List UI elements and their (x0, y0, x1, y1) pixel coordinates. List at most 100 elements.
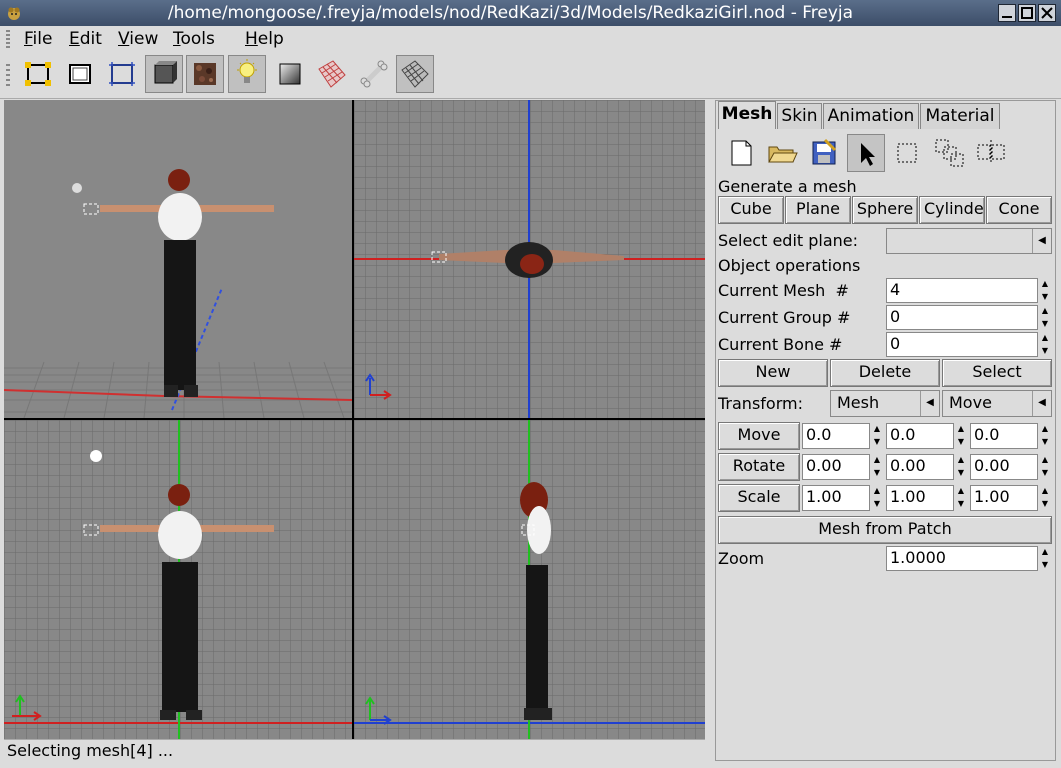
spin-up-icon[interactable]: ▲ (1038, 454, 1052, 467)
cone-button[interactable]: Cone (986, 196, 1052, 224)
select-mesh-button[interactable]: Select (942, 359, 1052, 387)
spin-up-icon[interactable]: ▲ (1038, 485, 1052, 498)
viewport-side[interactable] (354, 420, 705, 739)
menu-file[interactable]: File (24, 29, 52, 49)
grid-button[interactable] (396, 55, 434, 93)
scale-y-spinner[interactable]: ▲ ▼ (954, 485, 968, 511)
bone-button[interactable] (355, 55, 393, 93)
tab-skin[interactable]: Skin (777, 103, 822, 129)
spin-up-icon[interactable]: ▲ (1038, 305, 1052, 318)
sphere-button[interactable]: Sphere (852, 196, 918, 224)
menu-edit[interactable]: Edit (69, 29, 102, 49)
close-button[interactable] (1038, 4, 1056, 22)
current-group-field[interactable]: 0 (886, 305, 1038, 330)
spin-down-icon[interactable]: ▼ (1038, 498, 1052, 511)
move-button[interactable]: Move (718, 422, 800, 450)
menu-view[interactable]: View (118, 29, 158, 49)
plane-button[interactable]: Plane (785, 196, 851, 224)
move-z-spinner[interactable]: ▲ ▼ (1038, 423, 1052, 449)
spin-down-icon[interactable]: ▼ (1038, 467, 1052, 480)
zoom-field[interactable]: 1.0000 (886, 546, 1038, 571)
tab-mesh[interactable]: Mesh (718, 101, 776, 129)
light-marker[interactable] (72, 183, 82, 193)
save-file-button[interactable] (805, 134, 843, 172)
rotate-x-field[interactable]: 0.00 (802, 454, 870, 480)
current-group-spinner[interactable]: ▲ ▼ (1038, 305, 1052, 330)
spin-up-icon[interactable]: ▲ (870, 485, 884, 498)
split-select-button[interactable] (972, 134, 1010, 172)
move-x-spinner[interactable]: ▲ ▼ (870, 423, 884, 449)
current-mesh-spinner[interactable]: ▲ ▼ (1038, 278, 1052, 303)
new-file-button[interactable] (722, 134, 760, 172)
current-mesh-field[interactable]: 4 (886, 278, 1038, 303)
spin-down-icon[interactable]: ▼ (954, 436, 968, 449)
face-mode-button[interactable] (61, 55, 99, 93)
zoom-spinner[interactable]: ▲ ▼ (1038, 546, 1052, 571)
open-file-button[interactable] (763, 134, 801, 172)
toolbar-grip-icon[interactable] (6, 64, 10, 86)
tab-animation[interactable]: Animation (823, 103, 919, 129)
multi-select-button[interactable] (930, 134, 968, 172)
gradient-button[interactable] (271, 55, 309, 93)
menu-tools[interactable]: Tools (173, 29, 215, 49)
spin-up-icon[interactable]: ▲ (870, 454, 884, 467)
tab-material[interactable]: Material (920, 103, 1000, 129)
vertex-mode-button[interactable] (19, 55, 57, 93)
material-button[interactable] (313, 55, 351, 93)
scale-button[interactable]: Scale (718, 484, 800, 512)
move-x-field[interactable]: 0.0 (802, 423, 870, 449)
scale-z-spinner[interactable]: ▲ ▼ (1038, 485, 1052, 511)
rotate-z-spinner[interactable]: ▲ ▼ (1038, 454, 1052, 480)
cube-button[interactable]: Cube (718, 196, 784, 224)
spin-up-icon[interactable]: ▲ (1038, 546, 1052, 559)
scale-x-spinner[interactable]: ▲ ▼ (870, 485, 884, 511)
light-marker-front[interactable] (90, 450, 102, 462)
spin-down-icon[interactable]: ▼ (1038, 559, 1052, 572)
character-model-perspective[interactable] (100, 169, 274, 397)
rotate-y-field[interactable]: 0.00 (886, 454, 954, 480)
rotate-button[interactable]: Rotate (718, 453, 800, 481)
cylinder-button[interactable]: Cylinder (919, 196, 985, 224)
spin-down-icon[interactable]: ▼ (1038, 318, 1052, 331)
spin-up-icon[interactable]: ▲ (954, 423, 968, 436)
spin-up-icon[interactable]: ▲ (1038, 278, 1052, 291)
menu-help[interactable]: Help (245, 29, 284, 49)
scale-x-field[interactable]: 1.00 (802, 485, 870, 511)
spin-down-icon[interactable]: ▼ (954, 467, 968, 480)
spin-down-icon[interactable]: ▼ (1038, 436, 1052, 449)
spin-up-icon[interactable]: ▲ (954, 485, 968, 498)
delete-mesh-button[interactable]: Delete (830, 359, 940, 387)
viewport-top[interactable] (354, 100, 705, 418)
current-bone-field[interactable]: 0 (886, 332, 1038, 357)
current-bone-spinner[interactable]: ▲ ▼ (1038, 332, 1052, 357)
spin-down-icon[interactable]: ▼ (1038, 291, 1052, 304)
rotate-z-field[interactable]: 0.00 (970, 454, 1038, 480)
mesh-from-patch-button[interactable]: Mesh from Patch (718, 516, 1052, 544)
edit-plane-select[interactable]: ◀ (886, 228, 1052, 254)
selection-marker[interactable] (83, 203, 99, 215)
transform-target-select[interactable]: Mesh ◀ (830, 390, 940, 417)
rotate-y-spinner[interactable]: ▲ ▼ (954, 454, 968, 480)
spin-down-icon[interactable]: ▼ (870, 436, 884, 449)
app-icon[interactable] (6, 5, 22, 21)
select-pointer-button[interactable] (847, 134, 885, 172)
viewport-perspective[interactable] (4, 100, 352, 418)
spin-down-icon[interactable]: ▼ (1038, 345, 1052, 358)
lighting-button[interactable] (228, 55, 266, 93)
viewport-front[interactable] (4, 420, 352, 739)
menubar-grip-icon[interactable] (6, 30, 10, 48)
mesh-mode-button[interactable] (103, 55, 141, 93)
spin-up-icon[interactable]: ▲ (1038, 332, 1052, 345)
move-y-field[interactable]: 0.0 (886, 423, 954, 449)
move-z-field[interactable]: 0.0 (970, 423, 1038, 449)
spin-up-icon[interactable]: ▲ (954, 454, 968, 467)
rotate-x-spinner[interactable]: ▲ ▼ (870, 454, 884, 480)
spin-up-icon[interactable]: ▲ (870, 423, 884, 436)
spin-down-icon[interactable]: ▼ (870, 467, 884, 480)
scale-y-field[interactable]: 1.00 (886, 485, 954, 511)
maximize-button[interactable] (1018, 4, 1036, 22)
new-mesh-button[interactable]: New (718, 359, 828, 387)
minimize-button[interactable] (998, 4, 1016, 22)
spin-up-icon[interactable]: ▲ (1038, 423, 1052, 436)
move-y-spinner[interactable]: ▲ ▼ (954, 423, 968, 449)
